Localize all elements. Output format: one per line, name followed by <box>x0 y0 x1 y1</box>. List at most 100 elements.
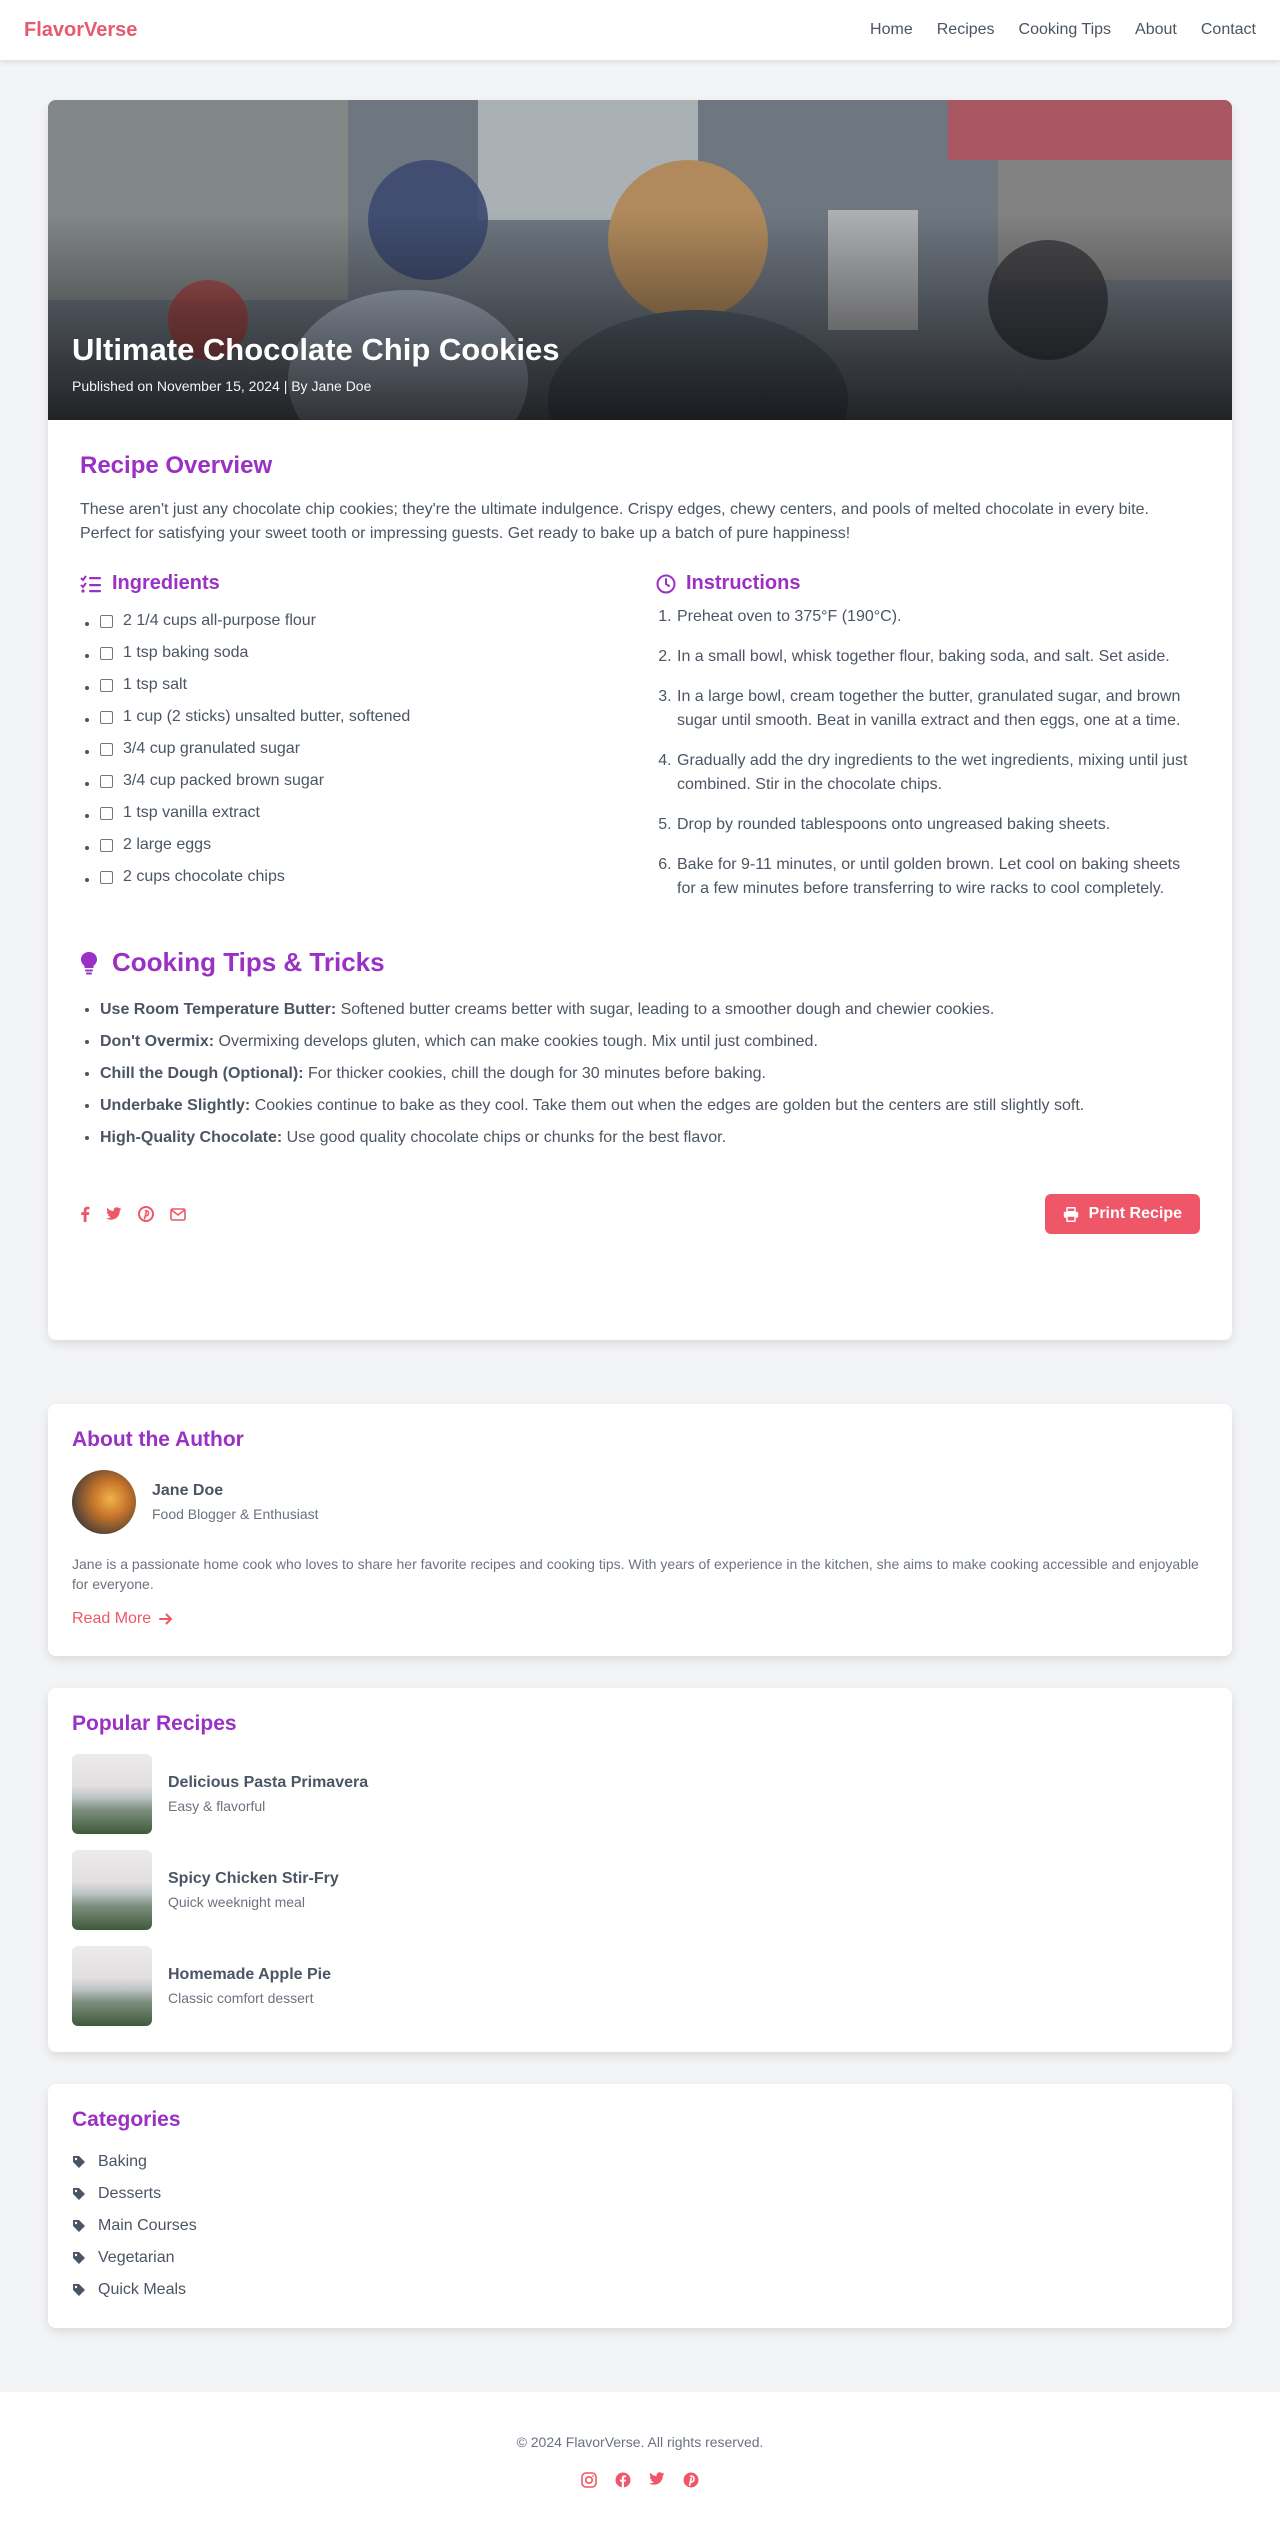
pinterest-icon[interactable] <box>138 1206 154 1222</box>
list-check-icon <box>80 574 101 593</box>
popular-recipe-subtitle: Easy & flavorful <box>168 1798 266 1814</box>
nav-link-cooking-tips[interactable]: Cooking Tips <box>1019 21 1112 39</box>
author-avatar <box>72 1470 136 1534</box>
popular-recipes-card: Popular Recipes Delicious Pasta Primaver… <box>48 1688 1232 2052</box>
ingredient-item: 1 cup (2 sticks) unsalted butter, soften… <box>100 701 656 733</box>
ingredient-checkbox[interactable] <box>100 678 113 692</box>
recipe-title: Ultimate Chocolate Chip Cookies <box>72 332 560 367</box>
twitter-icon[interactable] <box>649 2472 665 2486</box>
ingredient-item: 3/4 cup packed brown sugar <box>100 765 656 797</box>
tip-item: Underbake Slightly: Cookies continue to … <box>100 1090 1200 1122</box>
tips-title: Cooking Tips & Tricks <box>112 947 385 977</box>
top-nav: FlavorVerse Home Recipes Cooking Tips Ab… <box>0 0 1280 60</box>
ingredient-checkbox[interactable] <box>100 614 113 628</box>
publish-meta: Published on November 15, 2024 | By Jane… <box>72 378 372 394</box>
popular-recipe-subtitle: Quick weeknight meal <box>168 1894 305 1910</box>
categories-title: Categories <box>72 2108 181 2131</box>
ingredient-item: 1 tsp baking soda <box>100 637 656 669</box>
tag-icon <box>73 2252 85 2264</box>
nav-link-contact[interactable]: Contact <box>1201 21 1256 39</box>
nav-link-home[interactable]: Home <box>870 21 913 39</box>
ingredient-item: 1 tsp vanilla extract <box>100 797 656 829</box>
nav-link-about[interactable]: About <box>1135 21 1177 39</box>
recipe-thumbnail <box>72 1946 152 2026</box>
lightbulb-icon <box>81 951 97 974</box>
clock-icon <box>656 574 676 593</box>
read-more-link[interactable]: Read More <box>72 1610 173 1628</box>
tag-icon <box>73 2220 85 2232</box>
instruction-step: Gradually add the dry ingredients to the… <box>676 749 1200 797</box>
categories-card: Categories Baking Desserts Main Courses … <box>48 2084 1232 2328</box>
popular-recipe-item[interactable]: Spicy Chicken Stir-Fry Quick weeknight m… <box>72 1850 1208 1930</box>
author-card-title: About the Author <box>72 1428 244 1451</box>
instruction-step: Drop by rounded tablespoons onto ungreas… <box>676 813 1200 837</box>
author-role: Food Blogger & Enthusiast <box>152 1506 319 1522</box>
tip-item: High-Quality Chocolate: Use good quality… <box>100 1122 1200 1154</box>
tag-icon <box>73 2284 85 2296</box>
share-icons <box>80 1206 186 1222</box>
instruction-step: In a small bowl, whisk together flour, b… <box>676 645 1200 669</box>
author-name: Jane Doe <box>152 1482 224 1499</box>
popular-recipe-item[interactable]: Delicious Pasta Primavera Easy & flavorf… <box>72 1754 1208 1834</box>
recipe-thumbnail <box>72 1754 152 1834</box>
tag-icon <box>73 2156 85 2168</box>
instructions-list: Preheat oven to 375°F (190°C). In a smal… <box>656 605 1200 901</box>
category-item[interactable]: Main Courses <box>72 2210 1208 2242</box>
ingredients-list: 2 1/4 cups all-purpose flour 1 tsp bakin… <box>80 605 656 893</box>
ingredient-checkbox[interactable] <box>100 870 113 884</box>
ingredient-item: 2 large eggs <box>100 829 656 861</box>
instructions-title: Instructions <box>686 572 801 594</box>
ingredient-checkbox[interactable] <box>100 774 113 788</box>
popular-recipe-title[interactable]: Homemade Apple Pie <box>168 1966 331 1984</box>
popular-recipe-title[interactable]: Spicy Chicken Stir-Fry <box>168 1870 339 1888</box>
ingredient-checkbox[interactable] <box>100 742 113 756</box>
copyright-text: © 2024 FlavorVerse. All rights reserved. <box>516 2434 764 2450</box>
category-item[interactable]: Desserts <box>72 2178 1208 2210</box>
ingredient-checkbox[interactable] <box>100 838 113 852</box>
ingredient-item: 3/4 cup granulated sugar <box>100 733 656 765</box>
category-item[interactable]: Quick Meals <box>72 2274 1208 2306</box>
tips-list: Use Room Temperature Butter: Softened bu… <box>80 994 1200 1154</box>
instruction-step: Bake for 9-11 minutes, or until golden b… <box>676 853 1200 901</box>
ingredients-title: Ingredients <box>112 572 220 594</box>
ingredient-item: 1 tsp salt <box>100 669 656 701</box>
instruction-step: Preheat oven to 375°F (190°C). <box>676 605 1200 629</box>
twitter-icon[interactable] <box>106 1207 122 1221</box>
popular-recipe-item[interactable]: Homemade Apple Pie Classic comfort desse… <box>72 1946 1208 2026</box>
facebook-icon[interactable] <box>80 1206 90 1222</box>
ingredients-section: Ingredients 2 1/4 cups all-purpose flour… <box>80 572 656 917</box>
nav-links: Home Recipes Cooking Tips About Contact <box>870 21 1256 39</box>
tip-item: Use Room Temperature Butter: Softened bu… <box>100 994 1200 1026</box>
footer: © 2024 FlavorVerse. All rights reserved. <box>0 2392 1280 2521</box>
tag-icon <box>73 2188 85 2200</box>
recipe-card: Ultimate Chocolate Chip Cookies Publishe… <box>48 100 1232 1340</box>
ingredient-checkbox[interactable] <box>100 646 113 660</box>
author-card: About the Author Jane Doe Food Blogger &… <box>48 1404 1232 1656</box>
instruction-step: In a large bowl, cream together the butt… <box>676 685 1200 733</box>
tip-item: Don't Overmix: Overmixing develops glute… <box>100 1026 1200 1058</box>
category-item[interactable]: Baking <box>72 2146 1208 2178</box>
recipe-thumbnail <box>72 1850 152 1930</box>
arrow-right-icon <box>159 1613 173 1625</box>
categories-list: Baking Desserts Main Courses Vegetarian … <box>72 2146 1208 2306</box>
hero-image: Ultimate Chocolate Chip Cookies Publishe… <box>48 100 1232 420</box>
instructions-section: Instructions Preheat oven to 375°F (190°… <box>656 572 1200 917</box>
print-recipe-button[interactable]: Print Recipe <box>1044 1194 1200 1234</box>
popular-recipes-title: Popular Recipes <box>72 1712 237 1735</box>
category-item[interactable]: Vegetarian <box>72 2242 1208 2274</box>
tip-item: Chill the Dough (Optional): For thicker … <box>100 1058 1200 1090</box>
instagram-icon[interactable] <box>581 2472 597 2488</box>
email-icon[interactable] <box>170 1207 186 1221</box>
facebook-icon[interactable] <box>615 2472 631 2488</box>
ingredient-checkbox[interactable] <box>100 710 113 724</box>
ingredient-item: 2 1/4 cups all-purpose flour <box>100 605 656 637</box>
popular-recipe-title[interactable]: Delicious Pasta Primavera <box>168 1774 368 1792</box>
overview-title: Recipe Overview <box>80 452 273 479</box>
nav-link-recipes[interactable]: Recipes <box>937 21 995 39</box>
ingredient-checkbox[interactable] <box>100 806 113 820</box>
brand-logo[interactable]: FlavorVerse <box>24 19 137 42</box>
overview-text: These aren't just any chocolate chip coo… <box>80 501 1149 542</box>
pinterest-icon[interactable] <box>683 2472 699 2488</box>
footer-social-icons <box>581 2472 699 2488</box>
author-bio: Jane is a passionate home cook who loves… <box>72 1556 1199 1592</box>
